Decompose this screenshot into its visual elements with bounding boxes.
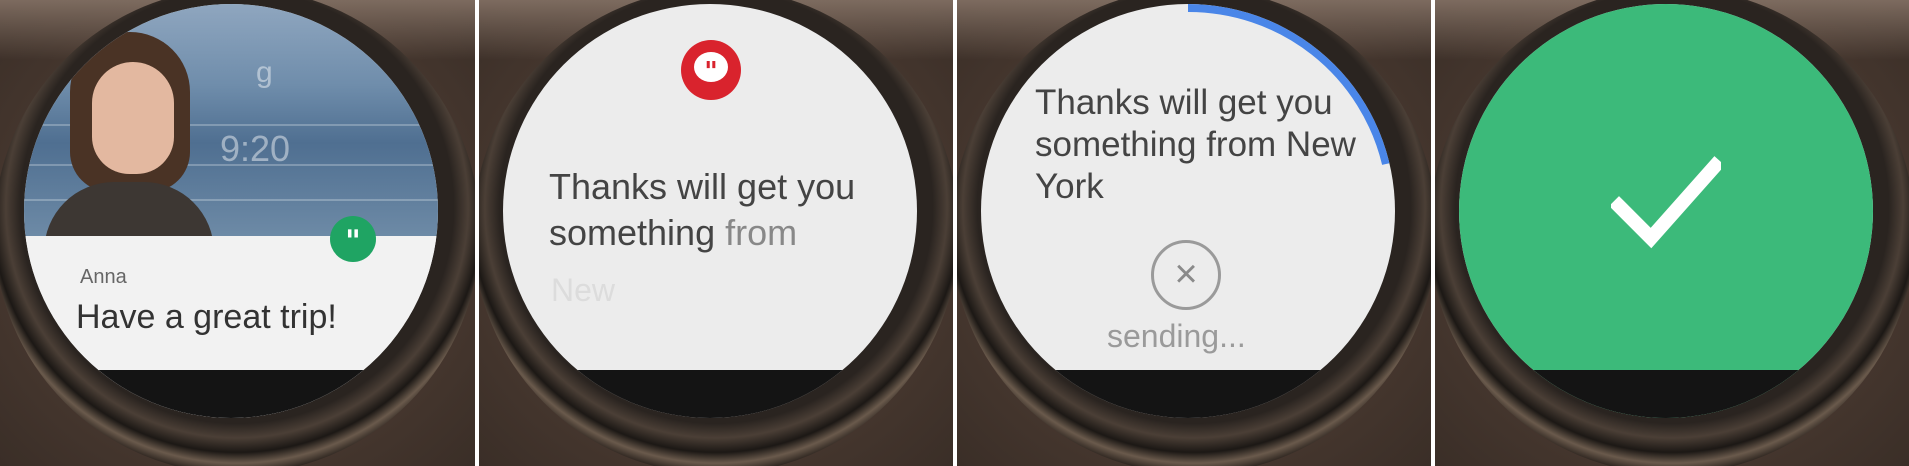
message-text: Have a great trip! xyxy=(76,298,337,336)
watch-screen: Thanks will get you something from New Y… xyxy=(981,4,1395,418)
dictation-text-partial: from xyxy=(725,212,798,253)
sender-name: Anna xyxy=(80,266,127,288)
frame-sending: Thanks will get you something from New Y… xyxy=(957,0,1431,466)
watch-bezel: Thanks will get you something from New Y… xyxy=(957,0,1431,466)
watch-screen: " Thanks will get you something from New xyxy=(503,4,917,418)
watch-screen: g 9:20 " Anna Have a great trip! xyxy=(24,4,438,418)
close-icon[interactable]: × xyxy=(1151,240,1221,310)
hangouts-icon: " xyxy=(681,40,741,100)
watchface-time: 9:20 xyxy=(220,128,291,169)
contact-photo-background: g 9:20 xyxy=(24,4,438,252)
frame-confirmation xyxy=(1435,0,1909,466)
watch-chin xyxy=(981,370,1395,418)
watch-bezel: " Thanks will get you something from New xyxy=(479,0,953,466)
watch-chin xyxy=(1459,370,1873,418)
dictation-text-pending: New xyxy=(551,272,616,308)
frame-voice-dictation: " Thanks will get you something from New xyxy=(479,0,953,466)
hangouts-icon: " xyxy=(330,216,376,262)
sending-status: sending... xyxy=(1107,318,1246,354)
reply-text: Thanks will get you something from New Y… xyxy=(1035,83,1356,206)
dictation-text: Thanks will get you something from xyxy=(549,164,879,256)
checkmark-icon xyxy=(1611,156,1721,249)
dictation-text-main: Thanks will get you something xyxy=(549,166,856,253)
watch-chin xyxy=(24,370,438,418)
watch-chin xyxy=(503,370,917,418)
watch-screen xyxy=(1459,4,1873,418)
watch-bezel xyxy=(1435,0,1909,466)
frame-incoming-notification: g 9:20 " Anna Have a great trip! xyxy=(0,0,475,466)
watchface-logo: g xyxy=(256,56,273,89)
watch-bezel: g 9:20 " Anna Have a great trip! xyxy=(0,0,475,466)
sending-progress-arc xyxy=(1187,4,1390,165)
contact-photo xyxy=(44,32,219,252)
